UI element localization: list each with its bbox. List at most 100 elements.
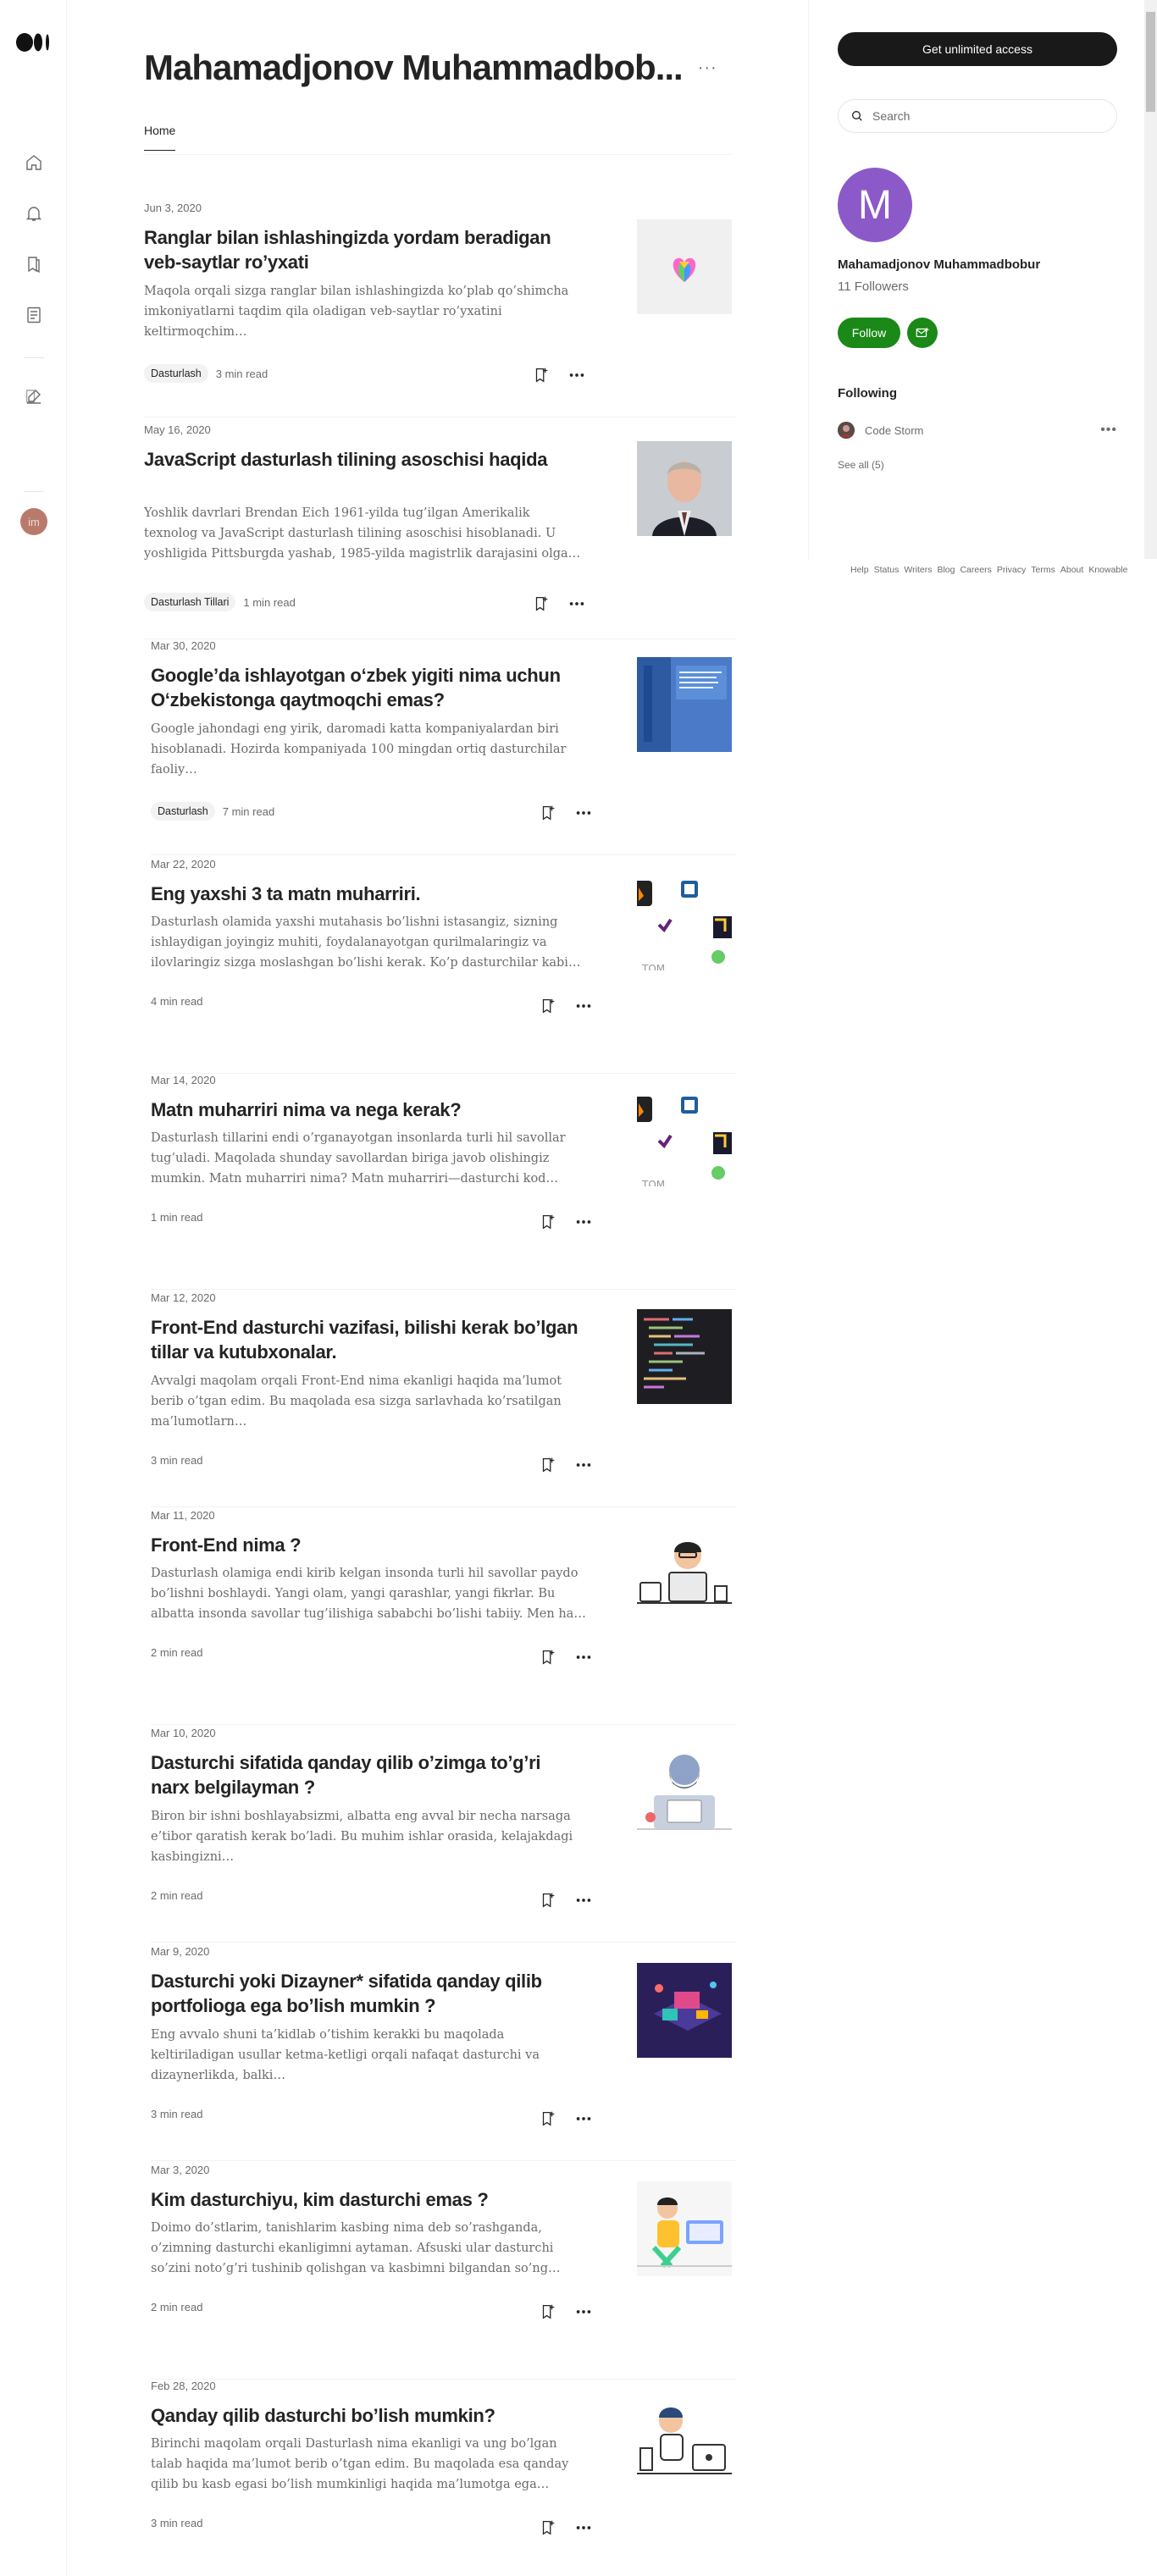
article-subtitle[interactable]: Maqola orqali sizga ranglar bilan ishlas… (144, 281, 584, 342)
followers-count[interactable]: 11 Followers (838, 279, 909, 294)
article-subtitle[interactable]: Dasturlash tillarini endi o’rganayotgan … (151, 1128, 591, 1189)
footer-link[interactable]: Status (874, 565, 900, 575)
article-card[interactable]: Mar 22, 2020 Eng yaxshi 3 ta matn muharri… (151, 858, 737, 1074)
medium-logo-icon[interactable] (15, 30, 53, 54)
article-subtitle[interactable]: Avvalgi maqolam orqali Front-End nima ek… (151, 1371, 591, 1432)
more-options-icon[interactable]: ··· (698, 58, 717, 78)
article-thumbnail[interactable] (637, 657, 732, 752)
more-options-icon[interactable] (574, 997, 593, 1015)
user-avatar[interactable]: im (20, 508, 47, 535)
topic-tag[interactable]: Dasturlash (151, 802, 215, 821)
article-title[interactable]: Google’da ishlayotgan o‘zbek yigiti nima… (151, 663, 583, 712)
article-card[interactable]: Mar 14, 2020 Matn muharriri nima va nega … (151, 1074, 737, 1290)
more-options-icon[interactable] (567, 594, 586, 613)
more-options-icon[interactable] (567, 366, 586, 384)
footer-link[interactable]: Writers (904, 565, 932, 575)
article-title[interactable]: Qanday qilib dasturchi bo’lish mumkin? (151, 2403, 583, 2428)
more-options-icon[interactable] (574, 2302, 593, 2321)
more-options-icon[interactable] (574, 1648, 593, 1667)
bookmark-add-icon[interactable] (539, 804, 557, 822)
article-title[interactable]: Dasturchi sifatida qanday qilib o’zimga … (151, 1750, 583, 1799)
topic-tag[interactable]: Dasturlash Tillari (144, 593, 236, 611)
article-card[interactable]: Mar 3, 2020 Kim dasturchiyu, kim dasturch… (151, 2164, 737, 2380)
article-title[interactable]: Matn muharriri nima va nega kerak? (151, 1097, 583, 1122)
article-card[interactable]: May 16, 2020 JavaScript dasturlash tilini… (144, 423, 737, 639)
bookmark-add-icon[interactable] (539, 1213, 557, 1231)
topic-tag[interactable]: Dasturlash (144, 364, 208, 383)
subscribe-button[interactable] (907, 318, 938, 348)
bookmark-add-icon[interactable] (539, 2109, 557, 2128)
bookmark-add-icon[interactable] (532, 366, 551, 384)
stories-icon[interactable] (24, 305, 44, 325)
bookmark-add-icon[interactable] (539, 2518, 557, 2537)
following-name[interactable]: Code Storm (865, 424, 923, 437)
article-thumbnail[interactable] (637, 2397, 732, 2492)
article-card[interactable]: Mar 30, 2020 Google’da ishlayotgan o‘zbek… (151, 639, 737, 855)
article-title[interactable]: JavaScript dasturlash tilining asoschisi… (144, 447, 576, 472)
follow-button[interactable]: Follow (838, 318, 900, 348)
bookmark-add-icon[interactable] (539, 997, 557, 1015)
article-subtitle[interactable]: Eng avvalo shuni ta’kidlab o’tishim kera… (151, 2025, 591, 2086)
more-options-icon[interactable] (574, 1213, 593, 1231)
article-subtitle[interactable]: Google jahondagi eng yirik, daromadi kat… (151, 719, 591, 780)
bookmark-add-icon[interactable] (539, 1648, 557, 1667)
article-subtitle[interactable]: Biron bir ishni boshlayabsizmi, albatta … (151, 1806, 591, 1867)
footer-link[interactable]: Help (850, 565, 869, 575)
footer-link[interactable]: Knowable (1088, 565, 1127, 575)
more-options-icon[interactable] (574, 2518, 593, 2537)
article-thumbnail[interactable] (637, 219, 732, 314)
profile-avatar[interactable]: M (838, 168, 912, 242)
more-options-icon[interactable] (574, 1456, 593, 1474)
search-input[interactable] (872, 109, 1093, 123)
library-icon[interactable] (24, 254, 44, 274)
footer-link[interactable]: Privacy (997, 565, 1026, 575)
more-options-icon[interactable] (574, 2109, 593, 2128)
article-title[interactable]: Front-End dasturchi vazifasi, bilishi ke… (151, 1315, 583, 1364)
article-card[interactable]: Mar 12, 2020 Front-End dasturchi vazifasi… (151, 1291, 737, 1507)
article-thumbnail[interactable]: TOM (637, 876, 732, 970)
article-thumbnail[interactable] (637, 1309, 732, 1404)
more-options-icon[interactable]: ••• (1100, 423, 1117, 438)
article-subtitle[interactable]: Birinchi maqolam orqali Dasturlash nima … (151, 2434, 591, 2495)
article-subtitle[interactable]: Dasturlash olamida yaxshi mutahasis bo’l… (151, 912, 591, 973)
article-title[interactable]: Front-End nima ? (151, 1533, 583, 1557)
article-title[interactable]: Ranglar bilan ishlashingizda yordam bera… (144, 225, 576, 274)
bookmark-add-icon[interactable] (539, 1891, 557, 1910)
scrollbar[interactable] (1144, 0, 1157, 559)
more-options-icon[interactable] (574, 804, 593, 822)
bookmark-add-icon[interactable] (539, 2302, 557, 2321)
see-all-link[interactable]: See all (5) (838, 459, 884, 471)
home-icon[interactable] (24, 152, 44, 173)
footer-link[interactable]: Blog (937, 565, 955, 575)
notifications-icon[interactable] (24, 203, 44, 224)
article-subtitle[interactable]: Dasturlash olamiga endi kirib kelgan ins… (151, 1563, 591, 1624)
article-card[interactable]: Feb 28, 2020 Qanday qilib dasturchi bo’li… (151, 2380, 737, 2576)
article-card[interactable]: Jun 3, 2020 Ranglar bilan ishlashingizda … (144, 202, 737, 417)
article-title[interactable]: Eng yaxshi 3 ta matn muharriri. (151, 882, 583, 906)
following-item[interactable]: Code Storm ••• (838, 420, 1117, 440)
article-thumbnail[interactable] (637, 1963, 732, 2058)
bookmark-add-icon[interactable] (532, 594, 551, 613)
article-thumbnail[interactable] (637, 1744, 732, 1839)
article-subtitle[interactable]: Doimo do’stlarim, tanishlarim kasbing ni… (151, 2218, 591, 2279)
scrollbar-thumb[interactable] (1146, 12, 1155, 112)
search-box[interactable] (838, 99, 1117, 133)
write-icon[interactable] (24, 386, 44, 406)
article-thumbnail[interactable] (637, 1527, 732, 1622)
article-title[interactable]: Kim dasturchiyu, kim dasturchi emas ? (151, 2187, 583, 2212)
article-card[interactable]: Mar 11, 2020 Front-End nima ? Dasturlash o… (151, 1509, 737, 1725)
article-card[interactable]: Mar 9, 2020 Dasturchi yoki Dizayner* sifa… (151, 1945, 737, 2161)
bookmark-add-icon[interactable] (539, 1456, 557, 1474)
article-thumbnail[interactable]: TOM (637, 1092, 732, 1186)
footer-link[interactable]: Terms (1031, 565, 1055, 575)
more-options-icon[interactable] (574, 1891, 593, 1910)
profile-name[interactable]: Mahamadjonov Muhammadbobur (838, 257, 1040, 272)
tab-home[interactable]: Home (144, 124, 176, 151)
article-subtitle[interactable]: Yoshlik davrlari Brendan Eich 1961-yilda… (144, 503, 584, 564)
article-title[interactable]: Dasturchi yoki Dizayner* sifatida qanday… (151, 1969, 583, 2018)
footer-link[interactable]: About (1060, 565, 1083, 575)
article-card[interactable]: Mar 10, 2020 Dasturchi sifatida qanday qi… (151, 1727, 737, 1943)
article-thumbnail[interactable] (637, 2181, 732, 2276)
footer-link[interactable]: Careers (960, 565, 991, 575)
get-unlimited-access-button[interactable]: Get unlimited access (838, 32, 1117, 66)
